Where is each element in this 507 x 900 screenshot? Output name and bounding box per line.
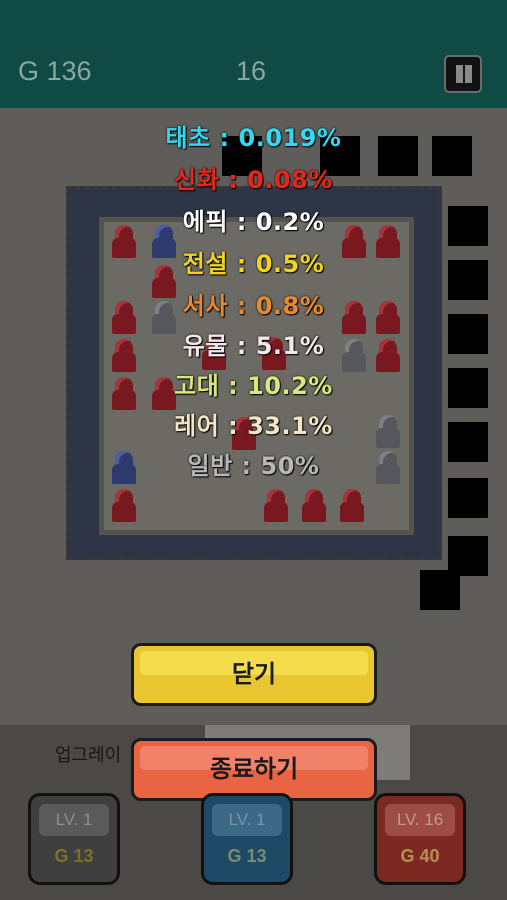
rate-legend: 전설 : 0.5% [182, 250, 325, 278]
top-bar: G 136 16 [0, 0, 507, 108]
rate-relic: 유물 : 5.1% [182, 332, 325, 360]
card-cost: G 40 [400, 846, 440, 866]
close-button[interactable]: 닫기 [131, 643, 377, 706]
rate-saga: 서사 : 0.8% [182, 292, 325, 320]
red-unit[interactable] [337, 489, 367, 523]
red-unit[interactable] [261, 489, 291, 523]
path-tile [420, 570, 460, 610]
close-button-label: 닫기 [231, 660, 277, 688]
red-unit[interactable] [109, 489, 139, 523]
card-level: LV. 16 [385, 804, 455, 836]
upgrade-card-common[interactable]: LV. 1 G 13 [28, 793, 120, 885]
card-cost: G 13 [227, 846, 267, 866]
rate-common: 일반 : 50% [187, 452, 320, 480]
card-cost: G 13 [54, 846, 94, 866]
rate-ancient: 고대 : 10.2% [174, 372, 333, 400]
upgrade-card-epic[interactable]: LV. 16 G 40 [374, 793, 466, 885]
pause-button[interactable] [444, 55, 482, 93]
gold-counter: G 136 [18, 56, 92, 86]
card-level: LV. 1 [39, 804, 109, 836]
path-tile [448, 478, 488, 518]
rate-primordial: 태초 : 0.019% [165, 124, 342, 152]
wave-counter: 16 [236, 56, 267, 86]
red-unit[interactable] [299, 489, 329, 523]
rate-rare: 레어 : 33.1% [174, 412, 333, 440]
rate-myth: 신화 : 0.08% [174, 166, 333, 194]
card-level: LV. 1 [212, 804, 282, 836]
upgrade-label: 업그레이 [55, 745, 122, 766]
rate-epic: 에픽 : 0.2% [182, 208, 325, 236]
upgrade-card-rare[interactable]: LV. 1 G 13 [201, 793, 293, 885]
quit-button[interactable]: 종료하기 [131, 738, 377, 801]
quit-button-label: 종료하기 [209, 755, 299, 783]
